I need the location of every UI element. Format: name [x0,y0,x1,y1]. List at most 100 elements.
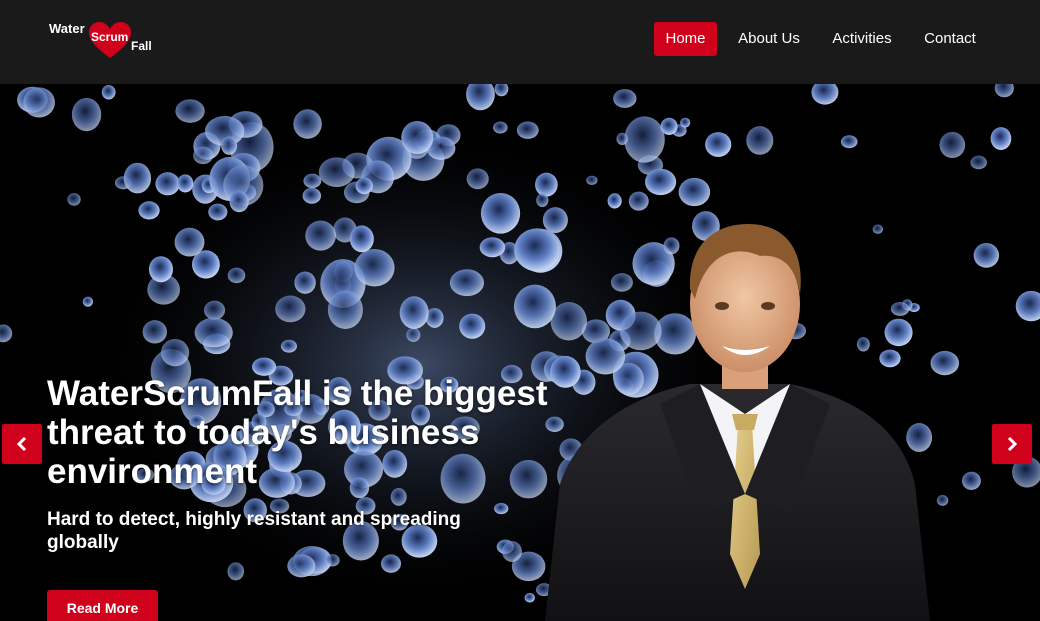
cell-blob [930,350,960,376]
cell-blob [906,423,933,452]
cell-blob [645,168,677,196]
cell-blob [884,318,913,347]
cell-blob [619,311,662,351]
slider-prev-button[interactable] [2,424,42,464]
cell-blob [513,284,556,329]
logo-word-scrum: Scrum [91,30,129,44]
hero-subheadline: Hard to detect, highly resistant and spr… [47,509,461,553]
cell-blob [175,99,205,123]
cell-blob [872,224,884,234]
cell-blob [303,173,322,189]
cell-blob [516,121,539,139]
cell-blob [493,121,508,134]
site-logo[interactable]: Water Scrum Fall [49,18,159,64]
cell-blob [746,126,774,155]
cell-blob [294,271,316,294]
chevron-left-icon [16,437,27,451]
cell-blob [401,120,434,155]
cell-blob [585,338,626,375]
cell-blob [399,296,429,329]
cell-blob [616,132,628,146]
cell-blob [607,193,622,209]
cell-blob [524,592,535,603]
cell-blob [406,327,421,342]
cell-blob [628,191,649,211]
cell-blob [973,242,1000,268]
cell-blob [101,84,116,100]
cell-blob [459,313,486,339]
nav-item-contact[interactable]: Contact [916,22,984,56]
cell-blob [227,562,245,581]
cell-blob [705,132,732,157]
cell-blob [67,192,81,206]
cell-blob [82,296,94,307]
cell-blob [466,168,489,190]
cell-blob [678,177,711,207]
cell-blob [148,256,173,283]
cell-blob [610,273,633,292]
logo-word-fall: Fall [131,39,152,53]
slider-next-button[interactable] [992,424,1032,464]
cell-blob [221,136,238,155]
cell-blob [155,172,180,196]
cell-blob [349,225,374,253]
cell-blob [535,172,558,197]
hero-headline: WaterScrumFall is the biggest threat to … [47,374,548,491]
chevron-right-icon [1007,437,1018,451]
nav-item-about-us[interactable]: About Us [730,22,808,56]
cell-blob [305,220,336,251]
cell-blob [550,302,588,341]
cell-blob [142,320,167,344]
cell-blob [354,248,395,287]
cell-blob [318,157,355,187]
nav-item-activities[interactable]: Activities [824,22,900,56]
cell-blob [479,237,506,258]
read-more-button[interactable]: Read More [47,590,158,621]
cell-blob [970,155,987,170]
cell-blob [542,207,568,233]
cell-blob [275,295,306,323]
cell-blob [293,109,322,139]
cell-blob [203,300,226,320]
cell-blob [123,162,152,194]
nav-item-home[interactable]: Home [654,22,717,56]
cell-blob [287,554,316,578]
cell-blob [936,495,949,506]
cell-blob [138,201,160,220]
cell-blob [961,471,981,490]
cell-blob [480,192,521,234]
cell-blob [325,554,340,567]
page: Water Scrum Fall Home About Us Activitie… [0,0,1040,621]
cell-blob [624,116,665,163]
cell-blob [229,190,249,213]
cell-blob [193,146,214,165]
hero-slider: WaterScrumFall is the biggest threat to … [0,84,1040,621]
cell-blob [449,269,485,297]
cell-blob [380,554,402,573]
cell-blob [302,187,322,204]
cell-blob [194,317,233,348]
cell-blob [939,131,966,159]
cell-blob [327,290,363,329]
cell-blob [514,228,560,272]
cell-blob [174,227,205,257]
cell-blob [990,127,1012,150]
cell-blob [879,349,901,368]
cell-blob [160,338,190,367]
cell-blob [586,175,598,185]
cell-blob [177,174,194,193]
logo-word-water: Water [49,21,85,36]
cell-blob [680,117,691,128]
cell-blob [280,339,298,353]
cell-blob [227,267,246,284]
cell-blob [536,193,549,207]
cell-blob [856,337,870,352]
cell-blob [355,177,373,195]
cell-blob [663,237,680,255]
cell-blob [613,89,637,108]
cell-blob [890,301,910,316]
cell-blob [208,203,228,221]
cell-blob [840,135,858,149]
cell-blob [71,97,102,132]
cell-blob [23,87,55,118]
